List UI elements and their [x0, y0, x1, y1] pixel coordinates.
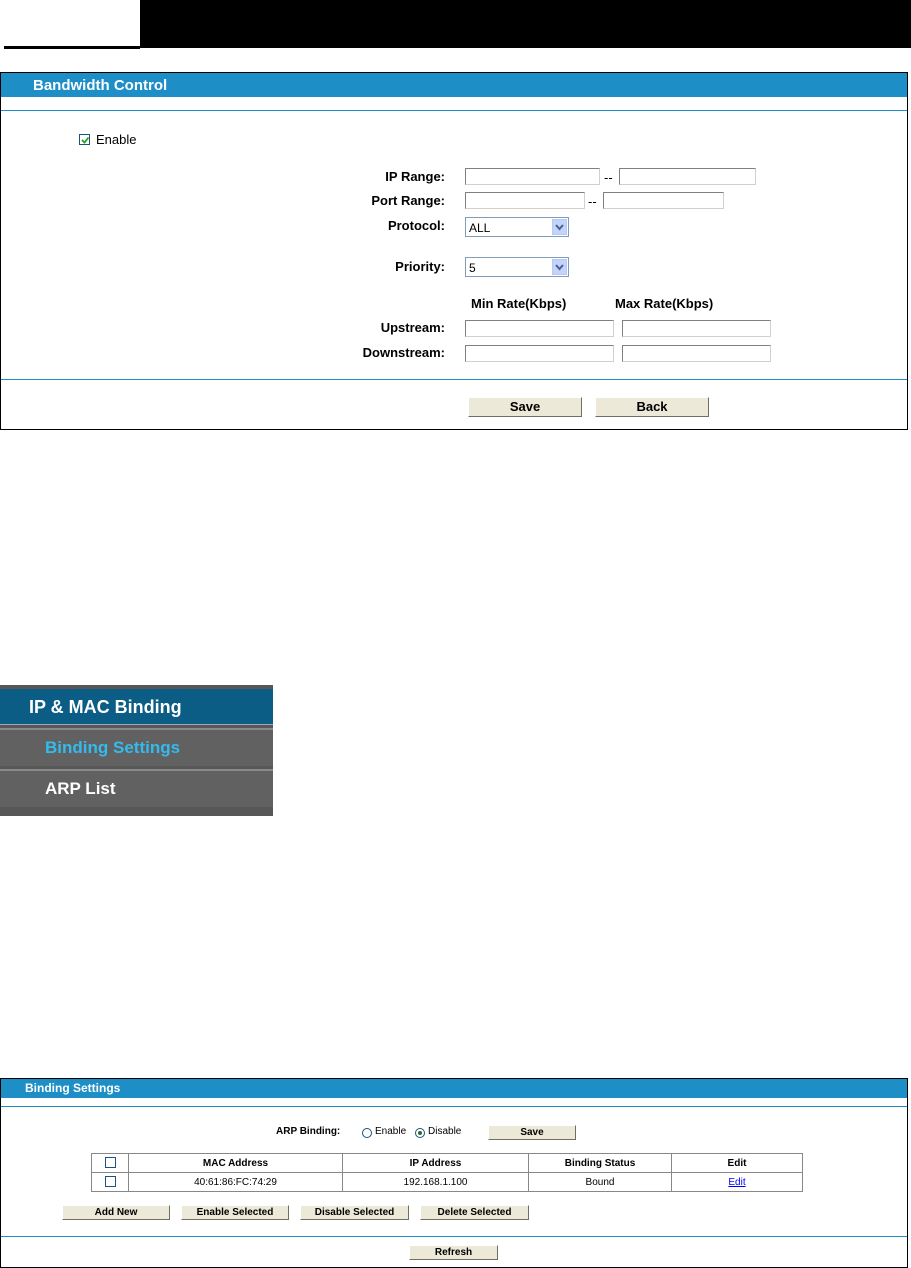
top-divider: [4, 46, 140, 49]
ip-range-end-input[interactable]: [619, 168, 756, 185]
menu-item-label: Binding Settings: [45, 738, 181, 757]
range-separator: --: [588, 194, 597, 209]
menu-header[interactable]: IP & MAC Binding: [0, 689, 273, 725]
divider: [1, 379, 907, 380]
enable-selected-button[interactable]: Enable Selected: [181, 1205, 289, 1220]
edit-cell: Edit: [671, 1172, 803, 1192]
downstream-label: Downstream:: [362, 345, 445, 360]
divider: [1, 1236, 907, 1237]
arp-enable-radio[interactable]: [362, 1128, 372, 1138]
column-header: IP Address: [342, 1153, 529, 1173]
row-checkbox[interactable]: [104, 1176, 116, 1188]
select-all-checkbox[interactable]: [104, 1157, 116, 1169]
add-new-button[interactable]: Add New: [62, 1205, 170, 1220]
column-header: Binding Status: [528, 1153, 672, 1173]
menu-header-label: IP & MAC Binding: [29, 697, 182, 717]
arp-disable-radio[interactable]: [415, 1128, 425, 1138]
panel-header: Bandwidth Control: [1, 73, 907, 97]
panel-title: Binding Settings: [25, 1081, 121, 1095]
binding-table: MAC Address IP Address Binding Status Ed…: [91, 1153, 803, 1192]
divider: [1, 110, 907, 111]
top-banner: [140, 0, 911, 48]
port-range-end-input[interactable]: [603, 192, 724, 209]
edit-link[interactable]: Edit: [728, 1177, 745, 1188]
column-header: Edit: [671, 1153, 803, 1173]
disable-selected-button[interactable]: Disable Selected: [300, 1205, 409, 1220]
ip-range-start-input[interactable]: [465, 168, 600, 185]
min-rate-header: Min Rate(Kbps): [471, 296, 567, 311]
upstream-max-input[interactable]: [622, 320, 771, 337]
arp-binding-label: ARP Binding:: [276, 1126, 341, 1137]
menu-item-arp-list[interactable]: ARP List: [0, 769, 273, 807]
save-button[interactable]: Save: [468, 397, 582, 417]
ip-range-label: IP Range:: [385, 169, 445, 184]
priority-select[interactable]: 5: [465, 257, 569, 277]
mac-address-cell: 40:61:86:FC:74:29: [128, 1172, 343, 1192]
checkmark-icon: [81, 136, 90, 144]
table-row: 40:61:86:FC:74:29 192.168.1.100 Bound Ed…: [91, 1172, 803, 1192]
bandwidth-control-panel: Bandwidth Control: [0, 72, 908, 430]
downstream-max-input[interactable]: [622, 345, 771, 362]
max-rate-header: Max Rate(Kbps): [615, 296, 714, 311]
protocol-value: ALL: [469, 221, 491, 235]
port-range-start-input[interactable]: [465, 192, 585, 209]
priority-label: Priority:: [395, 259, 445, 274]
divider: [1, 1106, 907, 1107]
select-all-cell: [91, 1153, 129, 1173]
arp-disable-label: Disable: [428, 1126, 462, 1137]
menu-item-binding-settings[interactable]: Binding Settings: [0, 728, 273, 766]
chevron-down-icon: [552, 259, 567, 275]
refresh-button[interactable]: Refresh: [409, 1245, 498, 1260]
enable-label: Enable: [96, 132, 137, 147]
enable-checkbox[interactable]: [79, 134, 90, 145]
range-separator: --: [604, 170, 613, 185]
ip-address-cell: 192.168.1.100: [342, 1172, 529, 1192]
back-button[interactable]: Back: [595, 397, 709, 417]
downstream-min-input[interactable]: [465, 345, 614, 362]
menu-item-label: ARP List: [45, 779, 116, 798]
table-header-row: MAC Address IP Address Binding Status Ed…: [91, 1153, 803, 1173]
panel-header: Binding Settings: [1, 1079, 907, 1098]
protocol-select[interactable]: ALL: [465, 217, 569, 237]
priority-value: 5: [469, 261, 476, 275]
delete-selected-button[interactable]: Delete Selected: [420, 1205, 529, 1220]
panel-title: Bandwidth Control: [33, 77, 168, 94]
upstream-min-input[interactable]: [465, 320, 614, 337]
chevron-down-icon: [552, 219, 567, 235]
column-header: MAC Address: [128, 1153, 343, 1173]
arp-enable-label: Enable: [375, 1126, 407, 1137]
binding-status-cell: Bound: [528, 1172, 672, 1192]
row-select-cell: [91, 1172, 129, 1192]
protocol-label: Protocol:: [387, 218, 445, 233]
upstream-label: Upstream:: [380, 320, 445, 335]
port-range-label: Port Range:: [371, 193, 445, 208]
arp-save-button[interactable]: Save: [488, 1125, 576, 1140]
ip-mac-binding-menu: IP & MAC Binding Binding Settings ARP Li…: [0, 685, 273, 816]
